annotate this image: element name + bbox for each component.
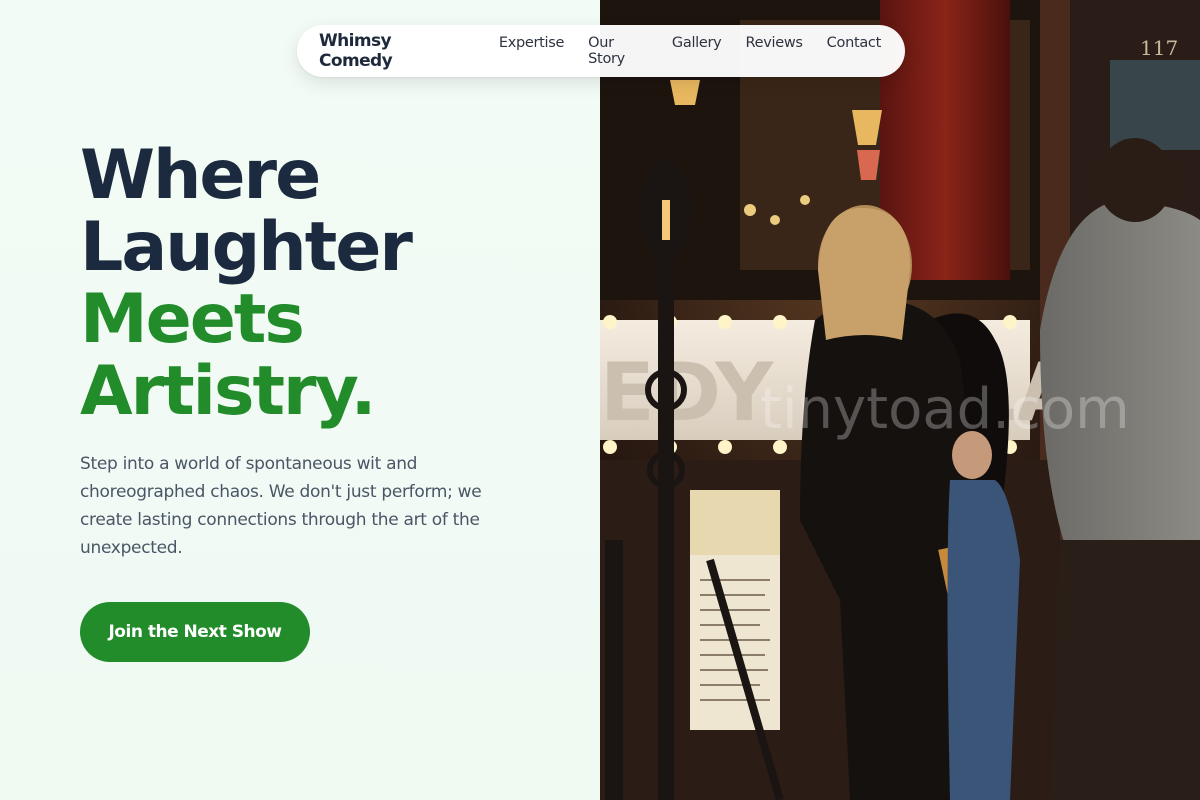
hero-photo: 117 EDY CELLAR — [600, 0, 1200, 800]
hero-heading: Where Laughter Meets Artistry. — [80, 140, 560, 428]
join-next-show-button[interactable]: Join the Next Show — [80, 602, 310, 662]
hero-heading-line-4: Artistry. — [80, 352, 376, 431]
brand-logo-text[interactable]: Whimsy Comedy — [319, 31, 467, 71]
hero-subtitle: Step into a world of spontaneous wit and… — [80, 454, 482, 558]
top-navigation-bar: Whimsy Comedy Expertise Our Story Galler… — [297, 25, 905, 77]
hero-heading-line-3: Meets — [80, 280, 305, 359]
hero-heading-line-1: Where — [80, 136, 321, 215]
nav-link-gallery[interactable]: Gallery — [672, 35, 722, 67]
svg-text:tinytoad.com: tinytoad.com — [760, 377, 1130, 442]
nav-links: Expertise Our Story Gallery Reviews Cont… — [499, 35, 905, 67]
nav-link-our-story[interactable]: Our Story — [588, 35, 648, 67]
nav-link-reviews[interactable]: Reviews — [745, 35, 803, 67]
svg-text:117: 117 — [1140, 36, 1178, 60]
nav-link-contact[interactable]: Contact — [827, 35, 882, 67]
hero-heading-line-2: Laughter — [80, 208, 413, 287]
nav-link-expertise[interactable]: Expertise — [499, 35, 565, 67]
comedy-club-photo: 117 EDY CELLAR — [600, 0, 1200, 800]
